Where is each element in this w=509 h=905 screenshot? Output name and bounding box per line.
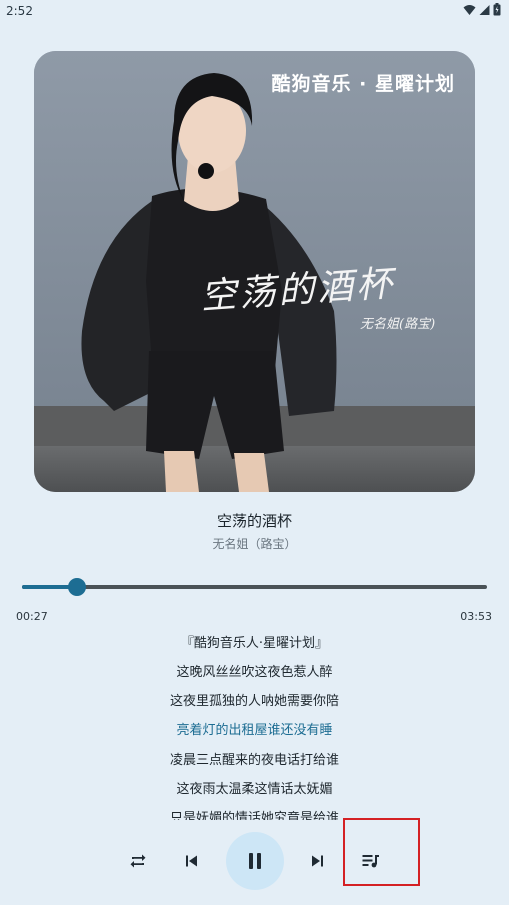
total-time: 03:53 [460,610,492,623]
lyric-line[interactable]: 这夜雨太温柔这情话太妩媚 [0,778,509,797]
status-bar: 2:52 [0,0,509,22]
lyric-line[interactable]: 『酷狗音乐人·星曜计划』 [0,632,509,651]
song-title: 空荡的酒杯 [216,512,292,530]
skip-previous-icon [186,855,197,867]
play-pause-button[interactable] [226,832,284,890]
battery-icon [493,3,501,16]
lyric-line[interactable]: 只是妩媚的情话她究竟是给谁 [0,807,509,820]
wifi-icon [463,4,476,15]
next-button[interactable] [288,832,346,890]
repeat-icon [130,854,146,868]
status-time: 2:52 [6,4,33,18]
repeat-button[interactable] [109,832,167,890]
status-icons [463,3,501,16]
seek-bar[interactable] [22,578,487,596]
signal-icon [479,4,490,15]
previous-button[interactable] [163,832,221,890]
song-artist: 无名姐（路宝） [212,537,297,551]
lyric-line[interactable]: 凌晨三点醒来的夜电话打给谁 [0,749,509,768]
lyric-line[interactable]: 这晚风丝丝吹这夜色惹人醉 [0,661,509,680]
cover-artist-text: 无名姐(路宝) [360,317,436,332]
seek-thumb[interactable] [68,578,87,596]
lyric-line[interactable]: 这夜里孤独的人呐她需要你陪 [0,690,509,709]
annotation-highlight-box [343,818,420,886]
skip-next-icon [312,855,323,867]
playback-controls [0,832,509,890]
cover-brand-text: 酷狗音乐 · 星曜计划 [271,73,455,95]
album-art: 酷狗音乐 · 星曜计划 空荡的酒杯 无名姐(路宝) [34,51,475,492]
lyrics-panel[interactable]: 『酷狗音乐人·星曜计划』 这晚风丝丝吹这夜色惹人醉 这夜里孤独的人呐她需要你陪 … [0,630,509,820]
pause-icon [249,853,261,869]
lyric-line-active[interactable]: 亮着灯的出租屋谁还没有睡 [0,719,509,738]
elapsed-time: 00:27 [16,610,48,623]
